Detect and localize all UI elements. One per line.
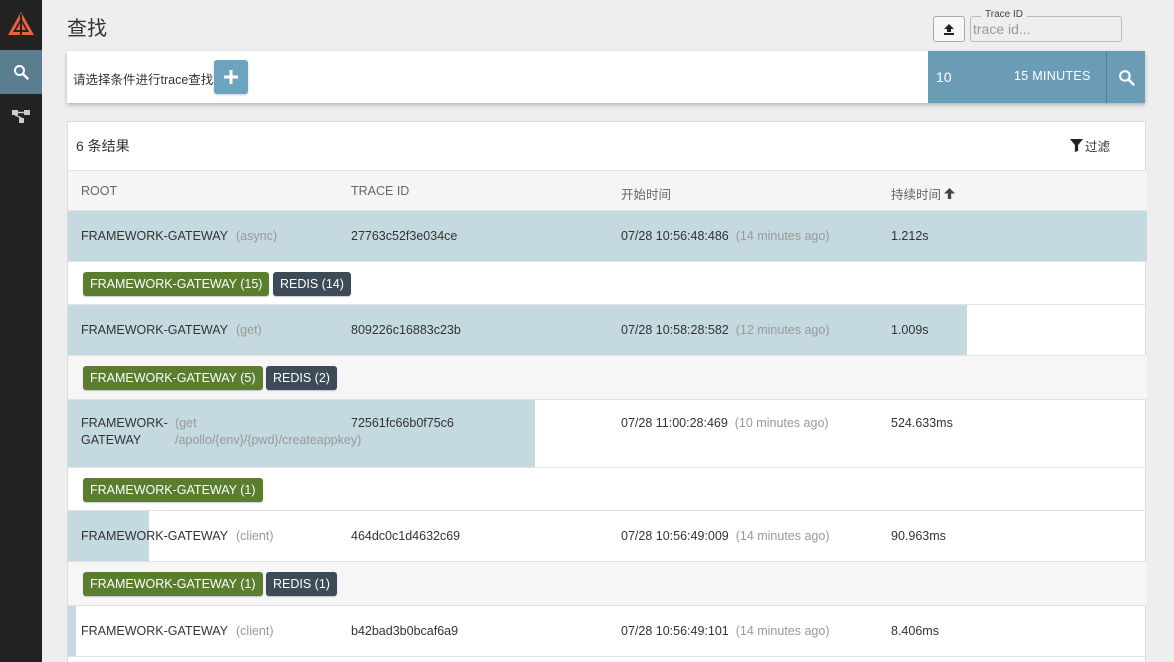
- trace-id-label: Trace ID: [981, 9, 1027, 20]
- root-span: (get /apollo/{env}/{pwd}/createappkey): [175, 416, 362, 447]
- root-span: (client): [236, 624, 274, 638]
- trace-row[interactable]: FRAMEWORK-GATEWAY (client) b42bad3b0bcaf6…: [68, 606, 1147, 657]
- zipkin-logo-icon[interactable]: [0, 0, 42, 50]
- arrow-up-icon: [944, 188, 956, 199]
- start-time-cell: 07/28 10:56:48:486 (14 minutes ago): [621, 228, 830, 245]
- trace-id-cell: 809226c16883c23b: [351, 323, 461, 337]
- search-bar: 请选择条件进行trace查找 10 15 MINUTES: [67, 51, 1145, 103]
- results-count: 6 条结果: [76, 138, 130, 154]
- service-badge[interactable]: REDIS (14): [273, 272, 351, 296]
- service-badge[interactable]: REDIS (1): [266, 572, 337, 596]
- start-time-cell: 07/28 11:00:28:469 (10 minutes ago): [621, 415, 829, 432]
- start-time: 07/28 10:56:48:486: [621, 229, 729, 243]
- root-cell: FRAMEWORK- GATEWAY (get /apollo/{env}/{p…: [81, 415, 361, 449]
- filter-label: 过滤: [1085, 140, 1111, 154]
- search-icon: [1118, 69, 1135, 86]
- root-service: FRAMEWORK- GATEWAY: [81, 416, 168, 447]
- root-cell: FRAMEWORK-GATEWAY (get): [81, 322, 262, 339]
- time-ago: (14 minutes ago): [735, 624, 830, 638]
- root-service: FRAMEWORK-GATEWAY: [81, 624, 228, 638]
- start-time: 07/28 10:56:49:009: [621, 529, 729, 543]
- nav-dependencies[interactable]: [0, 94, 42, 138]
- service-badge[interactable]: REDIS (2): [266, 366, 337, 390]
- upload-button[interactable]: [933, 16, 965, 42]
- root-cell: FRAMEWORK-GATEWAY (client): [81, 623, 274, 640]
- start-time-cell: 07/28 10:58:28:582 (12 minutes ago): [621, 322, 830, 339]
- service-badge[interactable]: FRAMEWORK-GATEWAY (5): [83, 366, 263, 390]
- duration-cell: 524.633ms: [891, 416, 953, 430]
- nav-search[interactable]: [0, 50, 42, 94]
- duration-cell: 8.406ms: [891, 624, 939, 638]
- root-span: (get): [236, 323, 262, 337]
- scrollbar[interactable]: [1146, 0, 1174, 662]
- root-service: FRAMEWORK-GATEWAY: [81, 529, 228, 543]
- root-span: (async): [236, 229, 277, 243]
- duration-cell: 1.212s: [891, 229, 929, 243]
- search-button[interactable]: [1106, 51, 1145, 103]
- trace-row[interactable]: FRAMEWORK-GATEWAY (async) 27763c52f3e034c…: [68, 211, 1147, 262]
- trace-id-cell: b42bad3b0bcaf6a9: [351, 624, 459, 638]
- limit-value[interactable]: 10: [936, 69, 952, 85]
- trace-id-input[interactable]: [973, 20, 1119, 38]
- time-ago: (14 minutes ago): [735, 529, 830, 543]
- column-trace-id[interactable]: TRACE ID: [351, 184, 409, 198]
- trace-row[interactable]: FRAMEWORK- GATEWAY (get /apollo/{env}/{p…: [68, 400, 1147, 468]
- service-badges-row: FRAMEWORK-GATEWAY (15) REDIS (14): [68, 262, 1147, 305]
- trace-id-cell: 27763c52f3e034ce: [351, 229, 458, 243]
- trace-id-field: Trace ID: [970, 9, 1122, 42]
- service-badge[interactable]: FRAMEWORK-GATEWAY (15): [83, 272, 270, 296]
- start-time: 07/28 11:00:28:469: [621, 416, 728, 430]
- trace-row[interactable]: FRAMEWORK-GATEWAY (client) 464dc0c1d4632c…: [68, 511, 1147, 562]
- root-service: FRAMEWORK-GATEWAY: [81, 229, 228, 243]
- time-ago: (14 minutes ago): [735, 229, 830, 243]
- trace-row[interactable]: FRAMEWORK-GATEWAY (get) 809226c16883c23b …: [68, 305, 1147, 356]
- time-ago: (10 minutes ago): [734, 416, 829, 430]
- root-span: (client): [236, 529, 274, 543]
- service-badge[interactable]: FRAMEWORK-GATEWAY (1): [83, 478, 263, 502]
- results-panel: 6 条结果 过滤 ROOT TRACE ID 开始时间 持续时间 FRAMEWO…: [67, 121, 1147, 662]
- start-time-cell: 07/28 10:56:49:009 (14 minutes ago): [621, 528, 830, 545]
- search-hint: 请选择条件进行trace查找: [73, 73, 214, 87]
- upload-icon: [944, 24, 954, 35]
- start-time: 07/28 10:56:49:101: [621, 624, 729, 638]
- add-criteria-button[interactable]: [214, 60, 248, 94]
- column-root[interactable]: ROOT: [81, 184, 117, 198]
- lookback-value[interactable]: 15 MINUTES: [1014, 69, 1091, 83]
- time-ago: (12 minutes ago): [735, 323, 830, 337]
- filter-icon: [1070, 139, 1083, 152]
- root-cell: FRAMEWORK-GATEWAY (client): [81, 528, 274, 545]
- service-badges-row: FRAMEWORK-GATEWAY (1) REDIS (1): [68, 562, 1147, 606]
- service-badges-row: FRAMEWORK-GATEWAY (1): [68, 468, 1147, 511]
- sidebar: [0, 0, 42, 662]
- trace-id-cell: 72561fc66b0f75c6: [351, 416, 454, 430]
- duration-cell: 90.963ms: [891, 529, 946, 543]
- service-badge[interactable]: FRAMEWORK-GATEWAY (1): [83, 572, 263, 596]
- duration-bar: [68, 606, 76, 656]
- page-title: 查找: [67, 18, 107, 40]
- plus-icon: [224, 70, 238, 84]
- service-badges-row: FRAMEWORK-GATEWAY (5) REDIS (2): [68, 356, 1147, 400]
- search-icon: [14, 65, 29, 80]
- root-cell: FRAMEWORK-GATEWAY (async): [81, 228, 277, 245]
- start-time-cell: 07/28 10:56:49:101 (14 minutes ago): [621, 623, 830, 640]
- column-start-time[interactable]: 开始时间: [621, 184, 671, 203]
- limit-lookback-area[interactable]: 10 15 MINUTES: [928, 51, 1106, 103]
- table-header: ROOT TRACE ID 开始时间 持续时间: [68, 170, 1147, 211]
- column-duration[interactable]: 持续时间: [891, 184, 956, 203]
- dependencies-icon: [12, 110, 30, 123]
- filter-button[interactable]: 过滤: [1070, 136, 1110, 155]
- start-time: 07/28 10:58:28:582: [621, 323, 729, 337]
- duration-cell: 1.009s: [891, 323, 929, 337]
- trace-id-cell: 464dc0c1d4632c69: [351, 529, 461, 543]
- root-service: FRAMEWORK-GATEWAY: [81, 323, 228, 337]
